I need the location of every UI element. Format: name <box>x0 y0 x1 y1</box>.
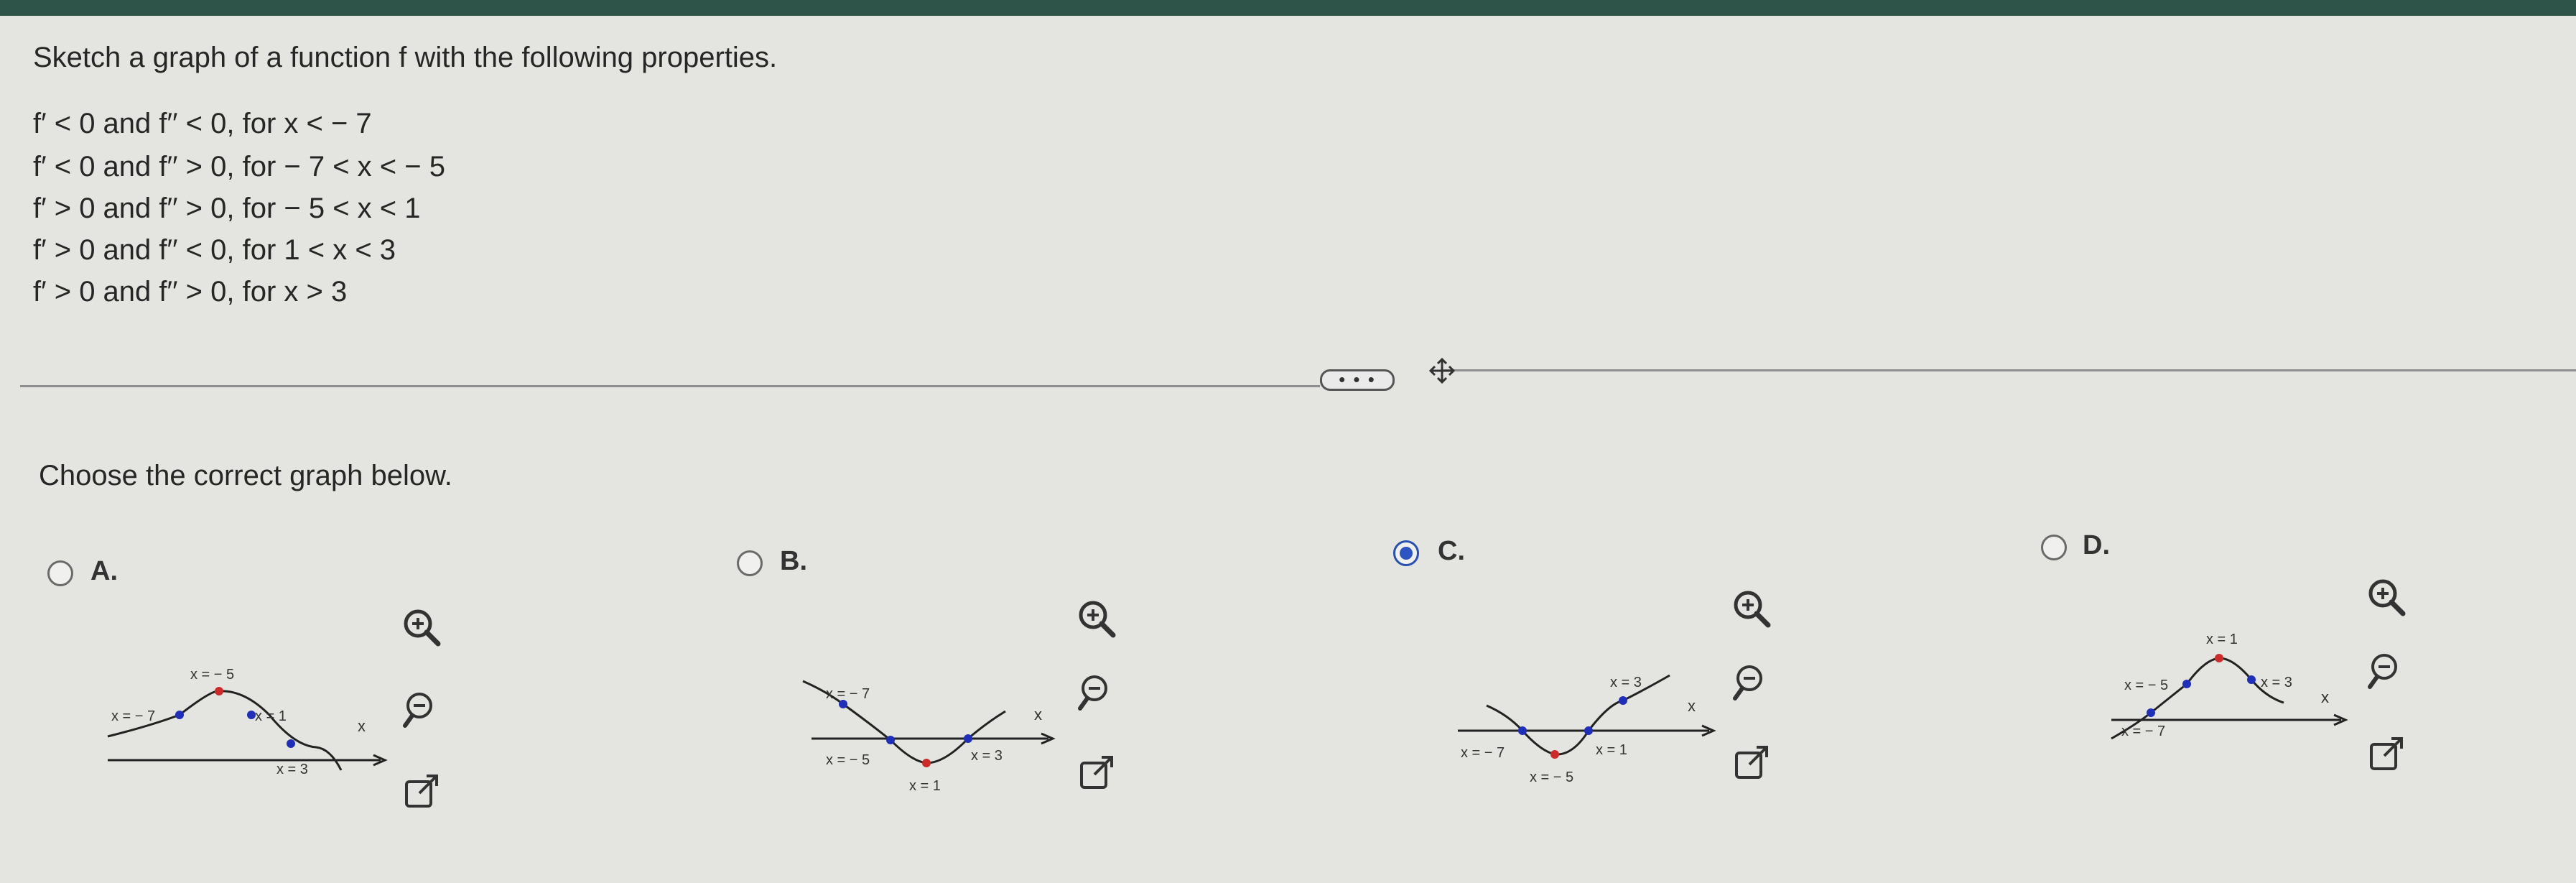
option-c-point-1 <box>1518 726 1527 735</box>
external-link-icon[interactable] <box>1074 750 1119 795</box>
option-a-graph: x = − 7 x = − 5 x = 1 x = 3 x <box>107 667 388 777</box>
condition-2: f′ < 0 and f′′ > 0, for − 7 < x < − 5 <box>33 151 445 182</box>
option-d-axis-label: x <box>2321 688 2329 706</box>
option-d-point-4 <box>2247 675 2256 684</box>
option-b-label-p1: x = − 7 <box>826 686 870 702</box>
option-c-point-3 <box>1584 726 1593 735</box>
option-a-label-p1: x = − 7 <box>111 708 155 724</box>
option-c-axis-label: x <box>1688 697 1696 715</box>
zoom-in-icon[interactable] <box>1074 596 1119 641</box>
option-c-radio[interactable] <box>1393 540 1419 566</box>
option-d-label-p3: x = 1 <box>2206 632 2238 647</box>
option-a-label: A. <box>90 556 118 586</box>
option-d-point-3 <box>2215 654 2223 662</box>
condition-1: f′ < 0 and f′′ < 0, for x < − 7 <box>33 108 372 139</box>
option-c-label-p1: x = − 7 <box>1461 745 1505 761</box>
option-c-point-2 <box>1550 750 1559 759</box>
option-d-label: D. <box>2083 530 2110 560</box>
top-header-bar <box>0 0 2576 16</box>
zoom-out-icon[interactable] <box>1729 660 1774 704</box>
option-d-label-p1: x = − 7 <box>2121 723 2165 739</box>
zoom-in-icon[interactable] <box>399 605 444 649</box>
option-a-axis-label: x <box>358 717 366 735</box>
option-c-label-p3: x = 1 <box>1596 742 1627 758</box>
option-c-label-p2: x = − 5 <box>1530 769 1573 785</box>
option-a-label-p2: x = − 5 <box>190 667 234 683</box>
option-b-label-p2: x = − 5 <box>826 752 870 768</box>
question-title: Sketch a graph of a function f with the … <box>33 42 778 73</box>
option-b-axis-label: x <box>1034 706 1042 723</box>
option-d-graph: x = − 7 x = − 5 x = 1 x = 3 x <box>2111 632 2348 740</box>
zoom-out-icon[interactable] <box>2364 648 2409 693</box>
zoom-in-icon[interactable] <box>1729 586 1774 631</box>
zoom-out-icon[interactable] <box>1074 670 1119 714</box>
option-b-point-2 <box>886 736 895 744</box>
zoom-in-icon[interactable] <box>2364 575 2409 619</box>
zoom-out-icon[interactable] <box>399 687 444 731</box>
option-b-label-p3: x = 1 <box>909 778 941 794</box>
option-c-label: C. <box>1438 536 1465 566</box>
option-c-point-4 <box>1619 696 1627 705</box>
option-a-point-4 <box>287 739 295 748</box>
option-b-radio[interactable] <box>737 550 763 576</box>
option-b-graph: x = − 7 x = − 5 x = 1 x = 3 x <box>802 680 1056 794</box>
choose-label: Choose the correct graph below. <box>39 460 452 491</box>
option-b-label-p4: x = 3 <box>971 748 1003 764</box>
option-c-graph: x = − 7 x = − 5 x = 1 x = 3 x <box>1458 674 1716 785</box>
more-button[interactable]: • • • <box>1320 369 1395 391</box>
option-d-label-p2: x = − 5 <box>2124 678 2168 693</box>
external-link-icon[interactable] <box>1729 740 1774 785</box>
option-a-radio[interactable] <box>47 560 73 586</box>
condition-5: f′ > 0 and f′′ > 0, for x > 3 <box>33 276 348 308</box>
section-divider <box>20 385 1320 387</box>
option-b-label: B. <box>780 546 807 576</box>
option-a-label-p3: x = 1 <box>255 708 287 724</box>
external-link-icon[interactable] <box>2364 731 2409 776</box>
condition-3: f′ > 0 and f′′ > 0, for − 5 < x < 1 <box>33 193 421 224</box>
option-b-point-3 <box>922 759 931 767</box>
option-d-radio[interactable] <box>2041 535 2067 560</box>
option-a-point-1 <box>175 711 184 719</box>
option-d-label-p4: x = 3 <box>2261 675 2292 690</box>
section-divider-right <box>1443 369 2576 371</box>
external-link-icon[interactable] <box>399 769 444 813</box>
option-d-point-1 <box>2147 708 2155 717</box>
option-a-point-2 <box>215 687 223 695</box>
move-icon[interactable] <box>1428 356 1456 385</box>
option-b-point-4 <box>964 734 972 743</box>
condition-4: f′ > 0 and f′′ < 0, for 1 < x < 3 <box>33 234 396 266</box>
option-c-label-p4: x = 3 <box>1610 675 1642 690</box>
option-a-label-p4: x = 3 <box>276 762 308 777</box>
option-d-point-2 <box>2182 680 2191 688</box>
